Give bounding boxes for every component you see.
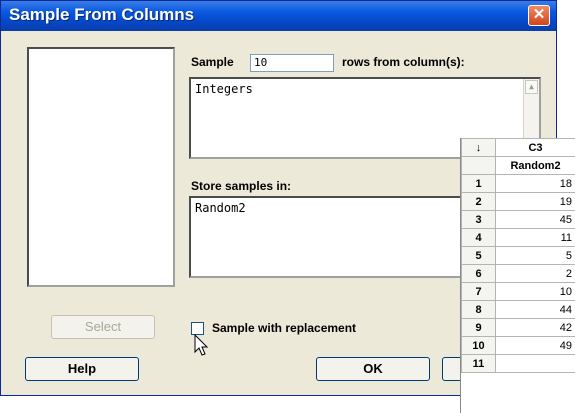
row-number[interactable]: 4 (461, 228, 496, 247)
row-number[interactable]: 8 (461, 300, 496, 319)
title-bar[interactable]: Sample From Columns ✕ (1, 1, 556, 31)
data-cell[interactable]: 42 (495, 318, 575, 337)
worksheet-table: ↓ C3 Random2 1 18 2 19 3 45 4 11 55 62 7 10 8… (461, 138, 575, 373)
table-row: 9 42 (461, 318, 575, 337)
data-cell[interactable]: 19 (495, 192, 575, 211)
row-number[interactable]: 2 (461, 192, 496, 211)
row-number[interactable]: 6 (461, 264, 496, 283)
data-cell[interactable]: 49 (495, 336, 575, 355)
sample-count-input[interactable]: 10 (250, 54, 334, 72)
column-name-row-header (461, 156, 496, 175)
sample-with-replacement-label: Sample with replacement (212, 321, 357, 335)
data-cell[interactable]: 11 (495, 228, 575, 247)
data-cell[interactable] (495, 354, 575, 373)
table-row: 4 11 (461, 228, 575, 247)
row-number[interactable]: 1 (461, 174, 496, 193)
table-row: 8 44 (461, 300, 575, 319)
column-list-box[interactable] (27, 47, 175, 287)
data-cell[interactable]: 10 (495, 282, 575, 301)
row-number[interactable]: 7 (461, 282, 496, 301)
data-cell[interactable]: 45 (495, 210, 575, 229)
help-button[interactable]: Help (25, 357, 139, 381)
select-button[interactable]: Select (51, 315, 155, 339)
data-cell[interactable]: 44 (495, 300, 575, 319)
data-cell[interactable]: 18 (495, 174, 575, 193)
scroll-up-arrow-icon[interactable]: ▲ (525, 80, 538, 94)
column-id-header[interactable]: C3 (495, 138, 575, 157)
column-name-cell[interactable]: Random2 (495, 156, 575, 175)
table-row: 55 (461, 246, 575, 265)
data-cell[interactable]: 5 (495, 246, 575, 265)
store-samples-textarea-value: Random2 (195, 201, 246, 215)
table-row: 10 49 (461, 336, 575, 355)
close-icon: ✕ (532, 6, 546, 23)
rows-from-columns-label: rows from column(s): (342, 55, 465, 69)
table-row: 62 (461, 264, 575, 283)
worksheet-overlay: ↓ C3 Random2 1 18 2 19 3 45 4 11 55 62 7 10 8… (460, 138, 575, 413)
table-row: 1 18 (461, 174, 575, 193)
close-button[interactable]: ✕ (528, 5, 550, 26)
table-row: 2 19 (461, 192, 575, 211)
row-number[interactable]: 3 (461, 210, 496, 229)
data-direction-arrow-icon[interactable]: ↓ (461, 138, 496, 157)
columns-textarea-value: Integers (195, 82, 253, 96)
row-number[interactable]: 9 (461, 318, 496, 337)
table-row: 3 45 (461, 210, 575, 229)
data-cell[interactable]: 2 (495, 264, 575, 283)
row-number[interactable]: 5 (461, 246, 496, 265)
sample-label: Sample (191, 55, 234, 69)
row-number[interactable]: 11 (461, 354, 496, 373)
row-number[interactable]: 10 (461, 336, 496, 355)
mouse-pointer-icon (194, 334, 209, 356)
table-row: 11 (461, 354, 575, 373)
table-row: 7 10 (461, 282, 575, 301)
dialog-title: Sample From Columns (9, 5, 195, 24)
store-samples-label: Store samples in: (191, 179, 292, 193)
ok-button[interactable]: OK (316, 357, 430, 381)
